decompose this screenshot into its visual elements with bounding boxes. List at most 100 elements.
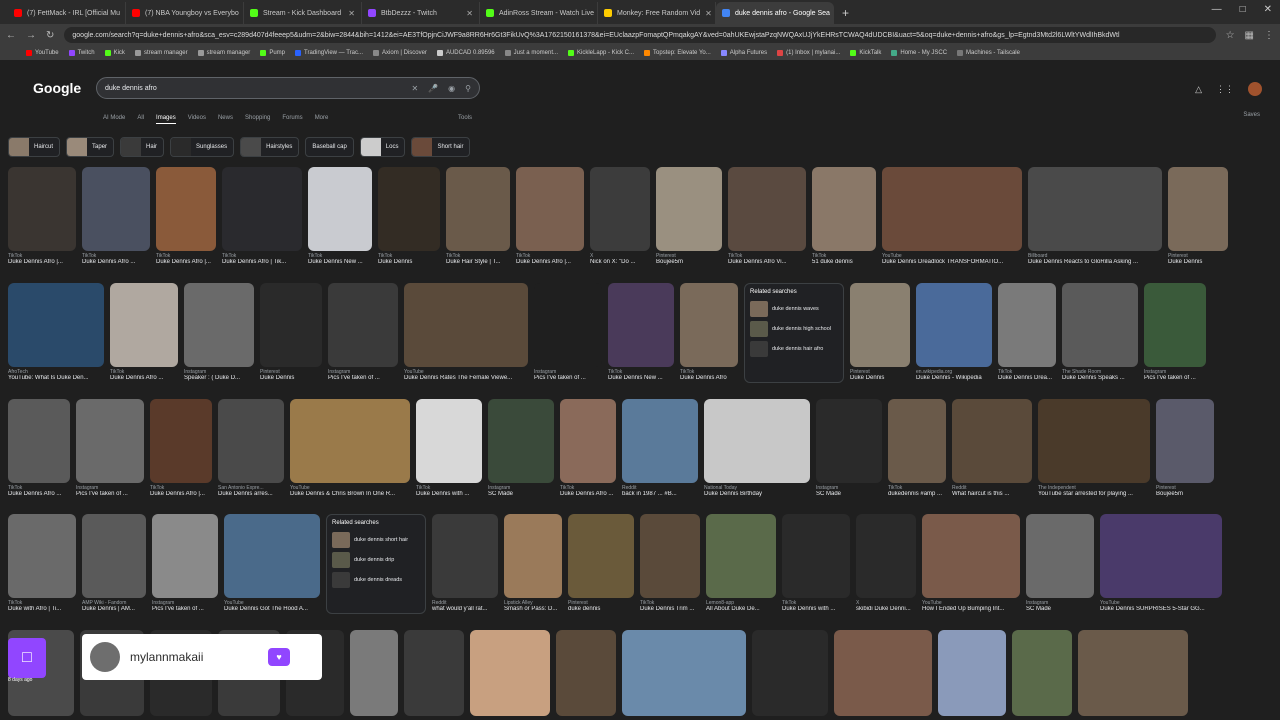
result-image[interactable]: [704, 399, 810, 483]
result-image[interactable]: [8, 399, 70, 483]
result-image[interactable]: [882, 167, 1022, 251]
image-result[interactable]: TikTok Duke with Afro | Ti...: [8, 514, 76, 614]
chip-short-hair[interactable]: Short hair: [411, 137, 471, 157]
result-image[interactable]: [432, 514, 498, 598]
tab-6[interactable]: duke dennis afro - Google Sea✕: [716, 2, 834, 24]
image-result[interactable]: Billboard Duke Dennis Reacts to GloRilla …: [1028, 167, 1162, 265]
back-icon[interactable]: ←: [6, 30, 16, 41]
bookmark-item[interactable]: Alpha Futures: [720, 50, 767, 56]
extensions-icon[interactable]: ▦: [1245, 30, 1254, 41]
result-image[interactable]: [350, 630, 398, 716]
result-title[interactable]: SC Made: [816, 491, 882, 497]
image-result[interactable]: [1078, 630, 1188, 716]
bookmark-item[interactable]: Kick: [104, 50, 125, 56]
image-result[interactable]: YouTube Duke Dennis & Chris Brown In One …: [290, 399, 410, 497]
tab-more[interactable]: More: [315, 115, 329, 124]
result-title[interactable]: Duke Dennis SURPRISES 5-Star GG...: [1100, 606, 1222, 612]
search-icon[interactable]: ⚲: [465, 84, 471, 93]
result-title[interactable]: Pics I've taken of ...: [1144, 375, 1206, 381]
image-result[interactable]: TikTok Duke Dennis Afro ...: [82, 167, 150, 265]
result-image[interactable]: [922, 514, 1020, 598]
result-title[interactable]: skibidi Duke Denni...: [856, 606, 916, 612]
image-result[interactable]: TikTok Duke Dennis Trim ...: [640, 514, 700, 614]
search-box[interactable]: duke dennis afro ✕ 🎤 ◉ ⚲: [96, 77, 480, 99]
image-result[interactable]: [834, 630, 932, 716]
tab-videos[interactable]: Videos: [188, 115, 206, 124]
result-image[interactable]: [998, 283, 1056, 367]
result-image[interactable]: [1078, 630, 1188, 716]
image-result[interactable]: YouTube Duke Dennis Dreadlock TRANSFORMAT…: [882, 167, 1022, 265]
bookmark-item[interactable]: Axiom | Discover: [373, 50, 427, 56]
tab-3[interactable]: BtbDezzz - Twitch ✕: [362, 2, 480, 24]
result-title[interactable]: Duke Dennis Afro ...: [82, 259, 150, 265]
labs-icon[interactable]: △: [1195, 84, 1202, 95]
result-title[interactable]: Duke Dennis Got The Hood A...: [224, 606, 320, 612]
mic-icon[interactable]: 🎤: [428, 84, 438, 93]
image-result[interactable]: AMP Wiki - Fandom Duke Dennis | AM...: [82, 514, 146, 614]
tab-4[interactable]: AdinRoss Stream - Watch Live✕: [480, 2, 598, 24]
image-result[interactable]: X Nick on X: "Do ...: [590, 167, 650, 265]
close-icon[interactable]: ✕: [348, 9, 355, 18]
image-result[interactable]: Pinterest Boujee5m: [1156, 399, 1214, 497]
image-result[interactable]: TikTok Duke Hair Style | T...: [446, 167, 510, 265]
result-image[interactable]: [82, 167, 150, 251]
tab-1[interactable]: (7) NBA Youngboy vs Everybo✕: [126, 2, 244, 24]
result-title[interactable]: Duke Dennis Afro ...: [560, 491, 616, 497]
related-search-item[interactable]: duke dennis drip: [332, 552, 420, 568]
result-image[interactable]: [556, 630, 616, 716]
result-image[interactable]: [1026, 514, 1094, 598]
result-title[interactable]: what would y'all rat...: [432, 606, 498, 612]
tab-ai-mode[interactable]: AI Mode: [103, 115, 125, 124]
result-title[interactable]: Duke Dennis arres...: [218, 491, 284, 497]
result-title[interactable]: Duke Hair Style | T...: [446, 259, 510, 265]
result-title[interactable]: Nick on X: "Do ...: [590, 259, 650, 265]
result-image[interactable]: [812, 167, 876, 251]
tab-images[interactable]: Images: [156, 115, 176, 124]
tab-shopping[interactable]: Shopping: [245, 115, 270, 124]
result-image[interactable]: [308, 167, 372, 251]
image-result[interactable]: Pinterest Duke Dennis: [850, 283, 910, 383]
bookmark-item[interactable]: TradingView — Trac...: [295, 50, 363, 56]
result-image[interactable]: [404, 630, 464, 716]
image-result[interactable]: Reddit back in 1987 ... #B...: [622, 399, 698, 497]
result-image[interactable]: [328, 283, 398, 367]
chip-baseball-cap[interactable]: Baseball cap: [305, 137, 354, 157]
result-image[interactable]: [1156, 399, 1214, 483]
tab-2[interactable]: Stream - Kick Dashboard ✕: [244, 2, 362, 24]
result-image[interactable]: [218, 399, 284, 483]
result-image[interactable]: [76, 399, 144, 483]
tab-all[interactable]: All: [137, 115, 144, 124]
related-search-item[interactable]: duke dennis short hair: [332, 532, 420, 548]
result-image[interactable]: [152, 514, 218, 598]
result-image[interactable]: [816, 399, 882, 483]
chip-sunglasses[interactable]: Sunglasses: [170, 137, 235, 157]
image-result[interactable]: Instagram SC Made: [488, 399, 554, 497]
image-result[interactable]: Xskibidi Duke Denni...: [856, 514, 916, 614]
result-image[interactable]: [516, 167, 584, 251]
image-result[interactable]: The Shade Room Duke Dennis Speaks ...: [1062, 283, 1138, 383]
image-result[interactable]: Lipstick Alley Smash or Pass: D...: [504, 514, 562, 614]
result-title[interactable]: Boujee5m: [1156, 491, 1214, 497]
result-title[interactable]: Duke Dennis Rates The Female Viewe...: [404, 375, 528, 381]
result-image[interactable]: [656, 167, 722, 251]
image-result[interactable]: [470, 630, 550, 716]
image-result[interactable]: TikTok 51 duke dennis: [812, 167, 876, 265]
result-title[interactable]: YouTube: What Is Duke Den...: [8, 375, 104, 381]
result-title[interactable]: Duke with Afro | Ti...: [8, 606, 76, 612]
result-title[interactable]: Duke Dennis | AM...: [82, 606, 146, 612]
result-image[interactable]: [488, 399, 554, 483]
bookmark-item[interactable]: Home - My JSCC: [891, 50, 947, 56]
bookmark-item[interactable]: AUDCAD 0.89596: [436, 50, 495, 56]
result-image[interactable]: [156, 167, 216, 251]
image-result[interactable]: en.wikipedia.org Duke Dennis - Wikipedia: [916, 283, 992, 383]
result-title[interactable]: Duke Dennis: [1168, 259, 1228, 265]
image-result[interactable]: TikTok Duke Dennis Afro ...: [560, 399, 616, 497]
chip-hairstyles[interactable]: Hairstyles: [240, 137, 300, 157]
search-input[interactable]: duke dennis afro: [105, 85, 157, 92]
bookmark-item[interactable]: (1) Inbox | mylanai...: [777, 50, 840, 56]
image-result[interactable]: [938, 630, 1006, 716]
close-icon[interactable]: ✕: [466, 9, 473, 18]
image-result[interactable]: YouTube How I Ended Up Bumping Int...: [922, 514, 1020, 614]
result-title[interactable]: Pics I've taken of ...: [76, 491, 144, 497]
image-result[interactable]: TikTok Duke Dennis Drea...: [998, 283, 1056, 383]
